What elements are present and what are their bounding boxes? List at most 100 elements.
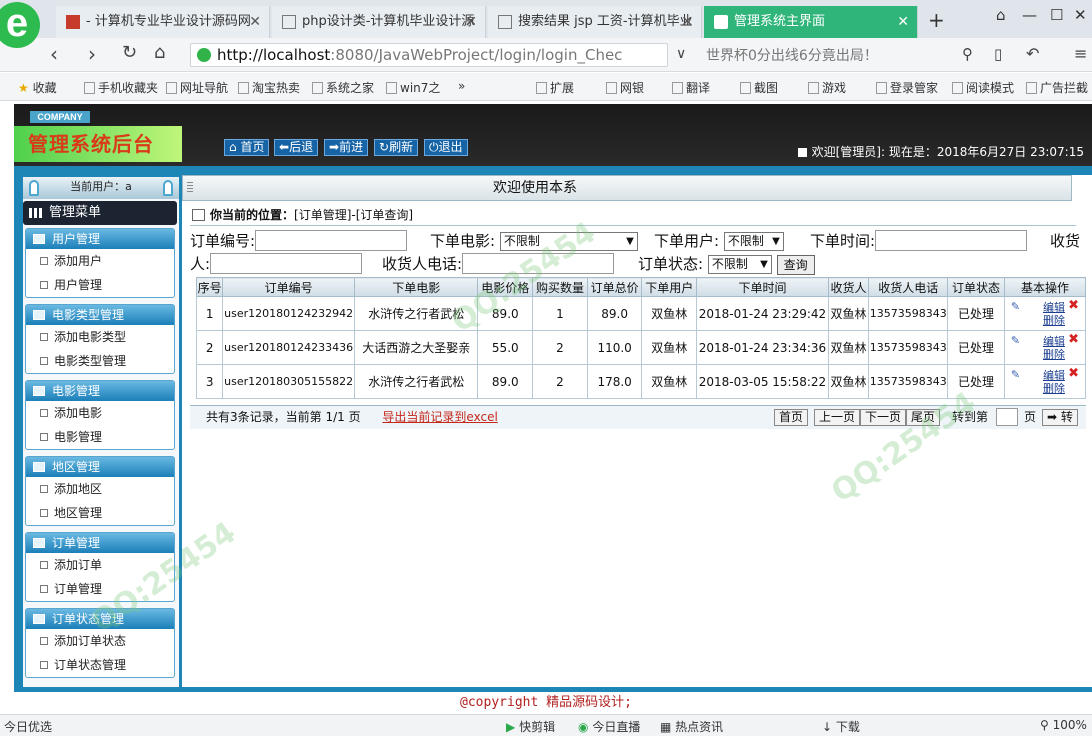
menu-item-add-order-state[interactable]: 添加订单状态 bbox=[26, 629, 174, 653]
menu-group-header[interactable]: 电影管理 bbox=[26, 381, 174, 401]
menu-group-header[interactable]: 订单管理 bbox=[26, 533, 174, 553]
menu-item-user-manage[interactable]: 用户管理 bbox=[26, 273, 174, 297]
goto-button[interactable]: ➡ 转 bbox=[1042, 409, 1078, 426]
receiver-input[interactable] bbox=[210, 253, 363, 274]
table-row: 3 user120180305155822 水浒传之行者武松 89.0 2 17… bbox=[195, 364, 1087, 399]
menu-item-movie-manage[interactable]: 电影管理 bbox=[26, 425, 174, 449]
status-item[interactable]: ▶ 快剪辑 bbox=[506, 718, 555, 735]
menu-group-header[interactable]: 电影类型管理 bbox=[26, 305, 174, 325]
menu-item-add-movie-type[interactable]: 添加电影类型 bbox=[26, 325, 174, 349]
status-item[interactable]: ◉ 今日直播 bbox=[578, 718, 640, 735]
menu-item-add-order[interactable]: 添加订单 bbox=[26, 553, 174, 577]
close-tab-icon[interactable]: ✕ bbox=[897, 6, 909, 38]
undo-icon[interactable]: ↶ bbox=[1026, 44, 1039, 63]
browser-tab[interactable]: 搜索结果 jsp 工资-计算机毕业 ✕ bbox=[488, 6, 702, 38]
favorite-item[interactable]: 翻译 bbox=[672, 79, 710, 96]
goto-page-input[interactable] bbox=[996, 408, 1018, 426]
site-favicon-icon bbox=[66, 15, 80, 29]
delete-x-icon[interactable]: ✖ bbox=[1068, 299, 1079, 312]
favorite-item[interactable]: win7之 bbox=[386, 79, 440, 96]
favorite-item[interactable]: 网址导航 bbox=[166, 79, 228, 96]
row-actions: ✎ 编辑 删除 ✖ bbox=[1003, 296, 1087, 331]
menu-item-add-user[interactable]: 添加用户 bbox=[26, 249, 174, 273]
menu-group-user: 用户管理 添加用户 用户管理 bbox=[25, 228, 175, 298]
delete-x-icon[interactable]: ✖ bbox=[1068, 333, 1079, 346]
menu-item-add-movie[interactable]: 添加电影 bbox=[26, 401, 174, 425]
browser-tab[interactable]: - 计算机专业毕业设计源码网 ✕ bbox=[56, 6, 270, 38]
back-icon[interactable]: ‹ bbox=[50, 42, 58, 66]
query-button[interactable]: 查询 bbox=[776, 255, 815, 275]
close-tab-icon[interactable]: ✕ bbox=[249, 6, 261, 38]
browser-tab[interactable]: php设计类-计算机毕业设计源 ✕ bbox=[272, 6, 486, 38]
delete-link[interactable]: 删除 bbox=[1009, 382, 1085, 395]
home-button[interactable]: ⌂ 首页 bbox=[224, 139, 270, 156]
status-item[interactable]: ↓ 下载 bbox=[822, 718, 860, 735]
menu-group-header[interactable]: 用户管理 bbox=[26, 229, 174, 249]
close-tab-icon[interactable]: ✕ bbox=[681, 6, 693, 38]
delete-link[interactable]: 删除 bbox=[1009, 314, 1085, 327]
menu-item-order-manage[interactable]: 订单管理 bbox=[26, 577, 174, 601]
delete-link[interactable]: 删除 bbox=[1009, 348, 1085, 361]
favorite-item[interactable]: 扩展 bbox=[536, 79, 574, 96]
order-time-input[interactable] bbox=[875, 230, 1028, 251]
more-favorites-icon[interactable]: » bbox=[458, 79, 465, 93]
refresh-icon[interactable]: ↻ bbox=[122, 42, 137, 63]
movie-select[interactable]: 不限制 ▼ bbox=[499, 232, 638, 251]
favorite-item[interactable]: 网银 bbox=[606, 79, 644, 96]
menu-item-movie-type-manage[interactable]: 电影类型管理 bbox=[26, 349, 174, 373]
status-item[interactable]: 今日优选 bbox=[4, 718, 52, 735]
favorite-item[interactable]: 广告拦截 bbox=[1026, 79, 1088, 96]
favorite-item[interactable]: 系统之家 bbox=[312, 79, 374, 96]
delete-x-icon[interactable]: ✖ bbox=[1068, 367, 1079, 380]
menu-icon[interactable]: ≡ bbox=[1074, 44, 1087, 63]
favorite-item[interactable]: 登录管家 bbox=[876, 79, 938, 96]
menu-item-area-manage[interactable]: 地区管理 bbox=[26, 501, 174, 525]
forward-icon[interactable]: › bbox=[88, 42, 96, 66]
item-icon bbox=[40, 357, 48, 365]
skin-icon[interactable]: ⌂ bbox=[996, 6, 1006, 24]
item-icon bbox=[40, 585, 48, 593]
home-icon[interactable]: ⌂ bbox=[154, 42, 165, 63]
menu-group-header[interactable]: 地区管理 bbox=[26, 457, 174, 477]
zoom-level[interactable]: ⚲ 100% bbox=[1040, 718, 1087, 732]
phone-icon[interactable]: ▯ bbox=[994, 45, 1002, 63]
game-icon bbox=[808, 82, 819, 94]
url-input[interactable]: http://localhost:8080/JavaWebProject/log… bbox=[190, 43, 668, 67]
last-page-button[interactable]: 尾页 bbox=[906, 409, 941, 426]
menu-item-add-area[interactable]: 添加地区 bbox=[26, 477, 174, 501]
close-tab-icon[interactable]: ✕ bbox=[465, 6, 477, 38]
new-tab-button[interactable]: + bbox=[928, 8, 945, 32]
status-item[interactable]: ▦ 热点资讯 bbox=[660, 718, 723, 735]
menu-group-movie-type: 电影类型管理 添加电影类型 电影类型管理 bbox=[25, 304, 175, 374]
receiver-phone-input[interactable] bbox=[462, 253, 615, 274]
favorite-item[interactable]: 截图 bbox=[740, 79, 778, 96]
menu-item-order-state-manage[interactable]: 订单状态管理 bbox=[26, 653, 174, 677]
browser-tab-active[interactable]: 管理系统主界面 ✕ bbox=[704, 6, 918, 38]
refresh-button[interactable]: ↻刷新 bbox=[374, 139, 419, 156]
next-page-button[interactable]: 下一页 bbox=[860, 409, 907, 426]
first-page-button[interactable]: 首页 bbox=[774, 409, 809, 426]
logout-button[interactable]: ⏻退出 bbox=[424, 139, 468, 156]
star-icon: ★ bbox=[18, 81, 29, 95]
favorite-item[interactable]: ★ 收藏 bbox=[18, 79, 57, 96]
forward-button[interactable]: ➡前进 bbox=[324, 139, 369, 156]
maximize-icon[interactable]: ☐ bbox=[1050, 6, 1063, 24]
dropdown-icon[interactable]: ∨ bbox=[676, 46, 686, 62]
search-icon[interactable]: ⚲ bbox=[962, 45, 973, 63]
menu-group-header[interactable]: 订单状态管理 bbox=[26, 609, 174, 629]
bank-icon bbox=[606, 82, 617, 94]
favorite-item[interactable]: 游戏 bbox=[808, 79, 846, 96]
favorite-item[interactable]: 阅读模式 bbox=[952, 79, 1014, 96]
minimize-icon[interactable]: — bbox=[1022, 6, 1037, 24]
close-window-icon[interactable]: ✕ bbox=[1074, 6, 1087, 24]
prev-page-button[interactable]: 上一页 bbox=[814, 409, 861, 426]
order-no-input[interactable] bbox=[255, 230, 408, 251]
export-excel-link[interactable]: 导出当前记录到excel bbox=[382, 410, 497, 424]
favorite-item[interactable]: 淘宝热卖 bbox=[238, 79, 300, 96]
order-status-select[interactable]: 不限制 ▼ bbox=[707, 255, 772, 274]
favorite-item[interactable]: 手机收藏夹 bbox=[84, 79, 158, 96]
user-select[interactable]: 不限制 ▼ bbox=[723, 232, 784, 251]
chevron-down-icon: ▼ bbox=[626, 236, 634, 247]
back-button[interactable]: ⬅后退 bbox=[274, 139, 319, 156]
news-ticker[interactable]: 世界杯0分出线6分竟出局！ bbox=[706, 45, 878, 65]
